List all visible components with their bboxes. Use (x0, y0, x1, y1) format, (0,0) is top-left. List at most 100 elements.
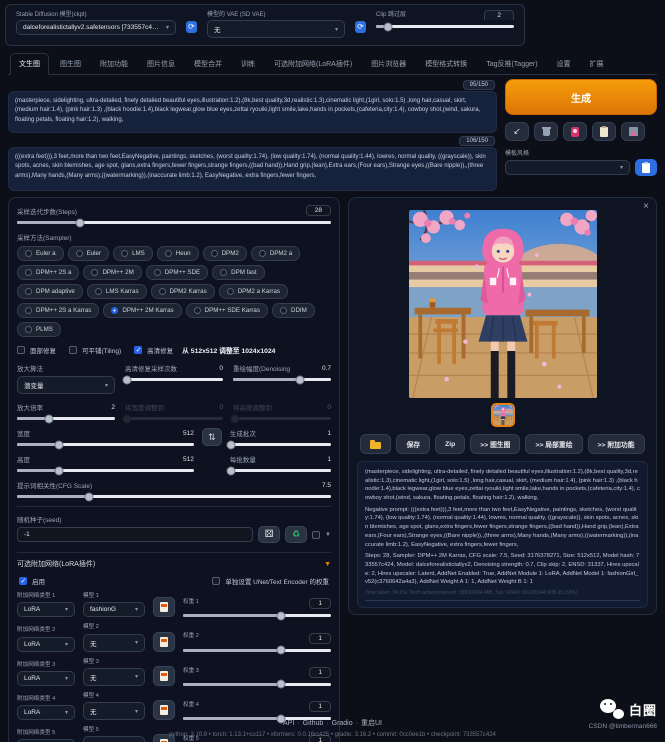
cfg-scale-value[interactable]: 7.5 (322, 482, 331, 489)
restore-faces-label[interactable]: 面部修复 (30, 345, 56, 355)
lora-model-info-button[interactable] (153, 597, 175, 617)
vae-dropdown[interactable]: 无 ▾ (207, 20, 345, 38)
sampler-dpm2-a[interactable]: DPM2 a (251, 246, 300, 261)
clip-skip-value[interactable]: 2 (484, 10, 514, 20)
tab-settings[interactable]: 设置 (549, 54, 579, 74)
tab-image-browser[interactable]: 图片浏览器 (363, 54, 414, 74)
sampler-lms[interactable]: LMS (113, 246, 153, 261)
reload-ui-link[interactable]: 重启UI (361, 720, 382, 727)
tiling-label[interactable]: 可平铺(Tiling) (82, 345, 121, 355)
tab-extensions[interactable]: 扩展 (582, 54, 612, 74)
thumbnail-selected[interactable] (491, 403, 515, 427)
paste-params-button[interactable]: ↙ (505, 122, 529, 141)
clear-prompt-button[interactable] (534, 122, 558, 141)
tab-train[interactable]: 训练 (233, 54, 263, 74)
sampler-dpmpp-2m[interactable]: DPM++ 2M (83, 265, 141, 280)
upscale-by-value[interactable]: 2 (111, 404, 115, 411)
lora-type-dropdown[interactable]: LoRA▾ (17, 671, 75, 686)
sampler-dpmpp-2m-karras-selected[interactable]: DPM++ 2M Karras (103, 303, 181, 318)
lora-model-dropdown[interactable]: 无▾ (83, 634, 145, 652)
generate-button[interactable]: 生成 (505, 79, 657, 115)
api-link[interactable]: API (283, 720, 294, 727)
denoising-slider[interactable] (233, 378, 331, 381)
lora-weight-slider[interactable] (183, 649, 331, 652)
lora-weight-slider[interactable] (183, 614, 331, 617)
github-link[interactable]: Github (303, 720, 324, 727)
batch-count-value[interactable]: 1 (327, 430, 331, 437)
lora-type-dropdown[interactable]: LoRA▾ (17, 637, 75, 652)
reuse-seed-button[interactable]: ♻ (285, 526, 307, 543)
tab-lora[interactable]: 可选附加网络(LoRA插件) (266, 54, 360, 74)
lora-weight-value[interactable]: 1 (309, 633, 331, 644)
width-slider[interactable] (17, 443, 194, 446)
zip-button[interactable]: Zip (435, 434, 465, 454)
sampler-plms[interactable]: PLMS (17, 322, 61, 337)
ckpt-dropdown[interactable]: dalceforealistictallyv2.safetensors [733… (16, 20, 176, 35)
open-folder-button[interactable] (360, 434, 391, 454)
sampler-dpm2[interactable]: DPM2 (203, 246, 247, 261)
generated-image[interactable] (409, 210, 597, 398)
lora-model-dropdown[interactable]: 无▾ (83, 668, 145, 686)
tab-extras[interactable]: 附加功能 (92, 54, 136, 74)
restore-faces-checkbox[interactable] (17, 346, 25, 354)
cfg-scale-slider[interactable] (17, 495, 331, 498)
close-icon[interactable]: × (643, 201, 649, 212)
batch-count-slider[interactable] (230, 443, 331, 446)
random-seed-button[interactable]: ⚄ (258, 526, 280, 543)
upscaler-dropdown[interactable]: 潜变量▾ (17, 376, 115, 394)
sampler-dpm-fast[interactable]: DPM fast (212, 265, 264, 280)
steps-value[interactable]: 28 (306, 205, 331, 216)
tab-tagger[interactable]: Tag反推(Tagger) (478, 54, 545, 74)
sampler-euler-a[interactable]: Euler a (17, 246, 64, 261)
seed-input[interactable] (17, 527, 253, 542)
sampler-heun[interactable]: Heun (157, 246, 199, 261)
vae-refresh-button[interactable]: ⟳ (355, 21, 366, 33)
lora-type-dropdown[interactable]: LoRA▾ (17, 602, 75, 617)
tab-png-info[interactable]: 图片信息 (139, 54, 183, 74)
lora-model-dropdown[interactable]: fashionG▾ (83, 602, 145, 617)
lora-weight-value[interactable]: 1 (309, 667, 331, 678)
prompt-input[interactable]: (masterpiece, sidelighting, ultra-detail… (8, 91, 497, 133)
extra-seed-checkbox[interactable] (312, 531, 320, 539)
sampler-lms-karras[interactable]: LMS Karras (87, 284, 147, 299)
save-style-button[interactable] (621, 122, 645, 141)
tiling-checkbox[interactable] (69, 346, 77, 354)
hires-steps-value[interactable]: 0 (219, 365, 223, 372)
sampler-dpm-adaptive[interactable]: DPM adaptive (17, 284, 83, 299)
seed-expand-caret[interactable]: ▼ (325, 532, 331, 538)
tab-img2img[interactable]: 图生图 (52, 54, 89, 74)
lora-weight-value[interactable]: 1 (309, 598, 331, 609)
lora-enable-label[interactable]: 启用 (32, 576, 45, 586)
apply-styles-confirm-button[interactable] (635, 159, 657, 176)
height-value[interactable]: 512 (183, 456, 194, 463)
styles-dropdown[interactable]: ▾ (505, 160, 630, 175)
sampler-dpmpp-2s-a-karras[interactable]: DPM++ 2S a Karras (17, 303, 99, 318)
hires-fix-checkbox[interactable] (134, 346, 142, 354)
steps-slider[interactable] (17, 221, 331, 224)
width-value[interactable]: 512 (183, 430, 194, 437)
send-to-img2img-button[interactable]: >> 图生图 (470, 434, 520, 454)
hires-steps-slider[interactable] (125, 378, 223, 381)
batch-size-value[interactable]: 1 (327, 456, 331, 463)
denoising-value[interactable]: 0.7 (322, 365, 331, 372)
sampler-euler[interactable]: Euler (68, 246, 109, 261)
sampler-ddim[interactable]: DDIM (272, 303, 315, 318)
swap-dimensions-button[interactable]: ⇅ (202, 428, 222, 446)
tab-txt2img[interactable]: 文生图 (10, 53, 49, 75)
upscale-by-slider[interactable] (17, 417, 115, 420)
ckpt-refresh-button[interactable]: ⟳ (186, 21, 197, 33)
negative-prompt-input[interactable]: (((extra feet))),3 feet,more than two fe… (8, 147, 497, 191)
lora-model-info-button[interactable] (153, 666, 175, 686)
hires-fix-label[interactable]: 高清修复 (147, 345, 173, 355)
tab-checkpoint-merger[interactable]: 模型合并 (186, 54, 230, 74)
apply-style-button[interactable] (592, 122, 616, 141)
batch-size-slider[interactable] (230, 469, 331, 472)
lora-accordion-header[interactable]: 可选附加网络(LoRA插件) ▼ (17, 559, 331, 569)
lora-weight-value[interactable]: 1 (309, 701, 331, 712)
clip-skip-slider[interactable] (376, 25, 514, 28)
extra-networks-button[interactable] (563, 122, 587, 141)
send-to-inpaint-button[interactable]: >> 局部重绘 (525, 434, 582, 454)
lora-separate-weights-label[interactable]: 单独设置 UNet/Text Encoder 的权重 (225, 576, 329, 586)
save-image-button[interactable]: 保存 (396, 434, 430, 454)
lora-weight-slider[interactable] (183, 683, 331, 686)
